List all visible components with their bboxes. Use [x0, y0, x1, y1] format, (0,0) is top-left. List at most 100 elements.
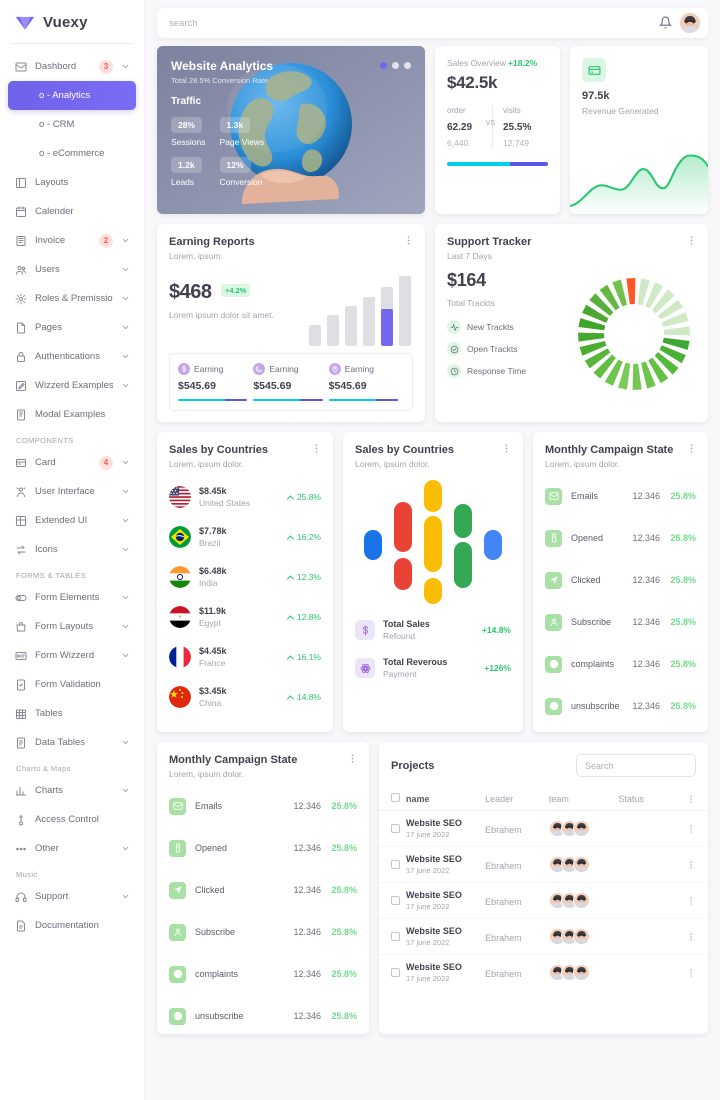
sidebar-item-tables[interactable]: Tables: [8, 699, 136, 728]
country-row: $3.45k China 14.8%: [169, 677, 321, 717]
kebab-menu-icon[interactable]: [686, 443, 697, 454]
chevron-down-icon[interactable]: [121, 545, 130, 554]
sidebar-item-label: Icons: [35, 544, 58, 555]
chevron-down-icon[interactable]: [121, 593, 130, 602]
sidebar-item-users[interactable]: Users: [8, 255, 136, 284]
sidebar-item-calender[interactable]: Calender: [8, 197, 136, 226]
sidebar-item-icons[interactable]: Icons: [8, 535, 136, 564]
sidebar-item-label: Data Tables: [35, 737, 85, 748]
avatar-stack: [548, 856, 619, 873]
project-status-cell: [618, 846, 686, 883]
chevron-down-icon[interactable]: [121, 381, 130, 390]
sidebar-item-form-validation[interactable]: Form Validation: [8, 670, 136, 699]
table-row[interactable]: Website SEO 17 june 2022 Ebrahem: [379, 810, 708, 847]
chevron-down-icon[interactable]: [121, 651, 130, 660]
sidebar-item-pages[interactable]: Pages: [8, 313, 136, 342]
sidebar-item-wizzerd-examples[interactable]: Wizzerd Examples: [8, 371, 136, 400]
row-checkbox[interactable]: [391, 895, 400, 905]
sidebar-item-roles-premissions[interactable]: Roles & Premissions: [8, 284, 136, 313]
chevron-down-icon[interactable]: [121, 352, 130, 361]
campaign-label: unsubscribe: [571, 701, 620, 711]
chevron-down-icon[interactable]: [121, 236, 130, 245]
user-avatar[interactable]: [680, 13, 700, 33]
earning-cell-progress: [178, 398, 248, 401]
chevron-down-icon[interactable]: [121, 738, 130, 747]
sidebar-item-card[interactable]: Card 4: [8, 448, 136, 477]
lock-icon: [14, 350, 27, 363]
kebab-menu-icon[interactable]: [686, 932, 708, 942]
sidebar-item-extended-ui[interactable]: Extended UI: [8, 506, 136, 535]
row-checkbox[interactable]: [391, 931, 400, 941]
chevron-down-icon[interactable]: [121, 487, 130, 496]
sidebar-item-authentications[interactable]: Authentications: [8, 342, 136, 371]
brand[interactable]: Vuexy: [0, 0, 144, 43]
bell-icon[interactable]: [659, 16, 673, 30]
campaign-row: Subscribe 12.346 25.8%: [169, 911, 357, 953]
sidebar-item-invoice[interactable]: Invoice 2: [8, 226, 136, 255]
sidebar-item-support[interactable]: Support: [8, 882, 136, 911]
sidebar-item-form-elements[interactable]: Form Elements: [8, 583, 136, 612]
chevron-down-icon[interactable]: [121, 786, 130, 795]
table-row[interactable]: Website SEO 17 june 2022 Ebrahem: [379, 846, 708, 883]
kebab-menu-icon[interactable]: [403, 235, 414, 246]
kebab-menu-icon[interactable]: [311, 443, 322, 454]
carousel-dot-3[interactable]: [404, 62, 411, 69]
select-all-checkbox[interactable]: [391, 793, 400, 802]
column-team[interactable]: team: [548, 787, 619, 811]
sidebar-item-o-analytics[interactable]: o - Analytics: [8, 81, 136, 110]
column-leader[interactable]: Leader: [485, 787, 549, 811]
project-team-cell: [548, 810, 619, 847]
chevron-down-icon[interactable]: [121, 62, 130, 71]
chevron-down-icon[interactable]: [121, 516, 130, 525]
sidebar-item-charts[interactable]: Charts: [8, 776, 136, 805]
kebab-menu-icon[interactable]: [347, 753, 358, 764]
chevron-down-icon[interactable]: [121, 622, 130, 631]
gauge-segment: [632, 363, 642, 390]
stat-label: Conversion: [219, 177, 263, 187]
chevron-down-icon[interactable]: [121, 265, 130, 274]
sidebar-item-documentation[interactable]: Documentation: [8, 911, 136, 940]
chevron-down-icon[interactable]: [121, 458, 130, 467]
campaign-percent: 25.8%: [331, 843, 357, 853]
sidebar-item-label: Invoice: [35, 235, 66, 246]
table-row[interactable]: Website SEO 17 june 2022 Ebrahem: [379, 918, 708, 955]
sidebar-item-form-wizzerd[interactable]: Form Wizzerd: [8, 641, 136, 670]
project-leader: Ebrahem: [485, 968, 522, 979]
row-checkbox[interactable]: [391, 823, 400, 833]
pin-icon: [328, 362, 341, 375]
kebab-menu-icon[interactable]: [501, 443, 512, 454]
dashboard-root: Vuexy Dashbord 3 o - Analytics o - CRM o - e…: [0, 0, 720, 1100]
carousel-dot-1[interactable]: [380, 62, 387, 69]
projects-search-input[interactable]: [576, 754, 696, 777]
sidebar-item-form-layouts[interactable]: Form Layouts: [8, 612, 136, 641]
sidebar-item-data-tables[interactable]: Data Tables: [8, 728, 136, 757]
sidebar-item-modal-examples[interactable]: Modal Examples: [8, 400, 136, 429]
chevron-down-icon[interactable]: [121, 294, 130, 303]
chevron-down-icon[interactable]: [121, 892, 130, 901]
chevron-down-icon[interactable]: [121, 323, 130, 332]
sidebar-item-access-control[interactable]: Access Control: [8, 805, 136, 834]
kebab-menu-icon[interactable]: [686, 968, 708, 978]
kebab-menu-icon[interactable]: [686, 235, 697, 246]
kebab-menu-icon[interactable]: [686, 896, 708, 906]
sidebar-item-layouts[interactable]: Layouts: [8, 168, 136, 197]
sidebar-item-user-interface[interactable]: User Interface: [8, 477, 136, 506]
kebab-menu-icon[interactable]: [686, 824, 708, 834]
column-name[interactable]: name: [406, 787, 486, 811]
kebab-menu-icon[interactable]: [686, 860, 708, 870]
search-bar[interactable]: [157, 8, 708, 38]
column-status[interactable]: Status: [618, 787, 686, 811]
kebab-menu-icon[interactable]: [686, 794, 708, 804]
row-checkbox[interactable]: [391, 859, 400, 869]
search-input[interactable]: [169, 17, 659, 29]
carousel-dots[interactable]: [380, 62, 411, 69]
sidebar-item-o-ecommerce[interactable]: o - eCommerce: [8, 139, 136, 168]
table-row[interactable]: Website SEO 17 june 2022 Ebrahem: [379, 882, 708, 919]
sidebar-item-o-crm[interactable]: o - CRM: [8, 110, 136, 139]
chevron-down-icon[interactable]: [121, 844, 130, 853]
row-checkbox[interactable]: [391, 967, 400, 977]
sidebar-item-other[interactable]: Other: [8, 834, 136, 863]
table-row[interactable]: Website SEO 17 june 2022 Ebrahem: [379, 955, 708, 991]
sidebar-item-dashbord[interactable]: Dashbord 3: [8, 52, 136, 81]
carousel-dot-2[interactable]: [392, 62, 399, 69]
